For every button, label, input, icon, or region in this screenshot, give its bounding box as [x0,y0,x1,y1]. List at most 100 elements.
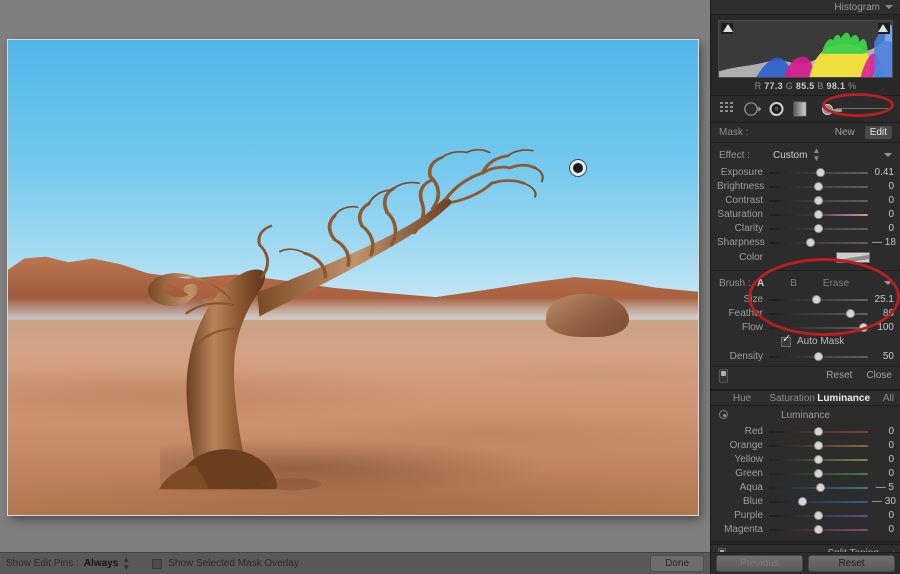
develop-tool-strip[interactable] [711,95,900,123]
photo-preview[interactable] [8,40,698,515]
slider-track[interactable] [769,454,868,465]
brush-edit-pin[interactable] [570,160,586,176]
tab-all[interactable]: All [870,393,894,404]
panel-split-toning[interactable]: Split Toning [711,544,900,552]
histogram-graph[interactable] [718,20,893,78]
effect-preset-row[interactable]: Effect : Custom ▲ ▼ [711,147,900,163]
effect-section[interactable]: Effect : Custom ▲ ▼ Exposure 0.41 Brightn… [711,143,900,271]
chevron-down-icon[interactable] [885,5,893,9]
slider-sharpness[interactable]: Sharpness — 18 [711,235,900,249]
image-canvas-area[interactable] [0,0,710,552]
previous-button[interactable]: Previous [716,555,803,572]
slider-luminance-yellow[interactable]: Yellow 0 [711,452,900,466]
stepper-icon[interactable]: ▲ ▼ [122,555,130,572]
slider-track[interactable] [769,440,868,451]
brush-section[interactable]: Brush : A B Erase Size 25.1 Feather 86 F… [711,271,900,390]
slider-knob[interactable] [815,482,825,492]
slider-exposure[interactable]: Exposure 0.41 [711,165,900,179]
highlight-clipping-indicator[interactable] [878,24,888,32]
show-mask-overlay-checkbox[interactable] [152,558,163,569]
slider-knob[interactable] [814,524,823,534]
slider-saturation[interactable]: Saturation 0 [711,207,900,221]
mask-new-button[interactable]: New [835,127,855,138]
brush-close-button[interactable]: Close [866,370,892,381]
show-edit-pins-value[interactable]: Always [84,558,118,569]
slider-luminance-red[interactable]: Red 0 [711,424,900,438]
spot-removal-tool-icon[interactable] [742,99,762,119]
brush-option-a[interactable]: A [757,278,764,289]
red-eye-correction-tool-icon[interactable] [766,99,786,119]
hsl-section[interactable]: Luminance Red 0 Orange 0 Yellow 0 Green … [711,406,900,542]
slider-track[interactable] [769,322,868,333]
mask-edit-button[interactable]: Edit [864,126,892,139]
slider-track[interactable] [769,195,868,206]
slider-brush-density[interactable]: Density 50 [711,349,900,363]
slider-track[interactable] [769,524,868,535]
slider-knob[interactable] [814,454,823,464]
slider-knob[interactable] [814,223,823,233]
mask-row[interactable]: Mask : New Edit [711,123,900,143]
slider-knob[interactable] [798,496,808,506]
slider-knob[interactable] [814,195,823,205]
slider-brush-feather[interactable]: Feather 86 [711,306,900,320]
slider-luminance-magenta[interactable]: Magenta 0 [711,522,900,536]
reset-button[interactable]: Reset [808,555,895,572]
slider-brush-flow[interactable]: Flow 100 [711,320,900,334]
slider-track[interactable] [769,468,868,479]
histogram-panel-header[interactable]: Histogram [711,0,900,15]
panel-switch-toggle[interactable] [719,368,728,383]
right-develop-panel[interactable]: Histogram R 77.3 G 85.5 B 98.1 % Mask: … [710,0,900,552]
slider-track[interactable] [769,426,868,437]
effect-color-row[interactable]: Color [711,249,900,265]
brush-option-erase[interactable]: Erase [823,278,849,289]
shadow-clipping-indicator[interactable] [723,24,733,32]
slider-knob[interactable] [858,322,868,332]
slider-knob[interactable] [814,440,823,450]
slider-knob[interactable] [814,181,823,191]
slider-luminance-purple[interactable]: Purple 0 [711,508,900,522]
color-swatch[interactable] [836,251,870,263]
slider-track[interactable] [769,237,868,248]
slider-knob[interactable] [814,426,823,436]
auto-mask-row[interactable]: Auto Mask [711,334,900,349]
tab-saturation[interactable]: Saturation [767,393,817,404]
slider-track[interactable] [769,181,868,192]
slider-track[interactable] [769,223,868,234]
slider-track[interactable] [769,351,868,362]
slider-track[interactable] [769,496,868,507]
done-button[interactable]: Done [650,555,704,572]
slider-knob[interactable] [814,351,823,361]
hsl-tab-bar[interactable]: Hue Saturation Luminance All [711,390,900,406]
slider-knob[interactable] [814,468,823,478]
bottom-right-buttons[interactable]: Previous Reset [710,552,900,574]
slider-track[interactable] [769,510,868,521]
slider-luminance-blue[interactable]: Blue — 30 [711,494,900,508]
brush-header-row[interactable]: Brush : A B Erase [711,275,900,291]
slider-knob[interactable] [814,510,823,520]
tab-luminance[interactable]: Luminance [817,393,870,404]
slider-brush-size[interactable]: Size 25.1 [711,292,900,306]
slider-brightness[interactable]: Brightness 0 [711,179,900,193]
slider-track[interactable] [769,167,868,178]
tab-hue[interactable]: Hue [717,393,767,404]
adjustment-brush-tool-icon[interactable] [820,102,893,116]
effect-preset-value[interactable]: Custom [773,150,807,161]
slider-luminance-orange[interactable]: Orange 0 [711,438,900,452]
auto-mask-checkbox[interactable] [781,334,791,347]
slider-track[interactable] [769,482,868,493]
slider-track[interactable] [769,209,868,220]
slider-knob[interactable] [806,237,816,247]
slider-contrast[interactable]: Contrast 0 [711,193,900,207]
slider-luminance-aqua[interactable]: Aqua — 5 [711,480,900,494]
brush-option-b[interactable]: B [790,278,797,289]
crop-overlay-tool-icon[interactable] [718,99,738,119]
target-adjust-icon[interactable] [719,410,728,419]
graduated-filter-tool-icon[interactable] [790,99,810,119]
slider-track[interactable] [769,308,868,319]
stepper-icon[interactable]: ▲ ▼ [812,147,820,163]
bottom-toolbar[interactable]: Show Edit Pins : Always ▲ ▼ Show Selected… [0,552,710,574]
brush-reset-row[interactable]: Reset Close [711,366,900,384]
slider-knob[interactable] [812,294,822,304]
slider-luminance-green[interactable]: Green 0 [711,466,900,480]
slider-clarity[interactable]: Clarity 0 [711,221,900,235]
